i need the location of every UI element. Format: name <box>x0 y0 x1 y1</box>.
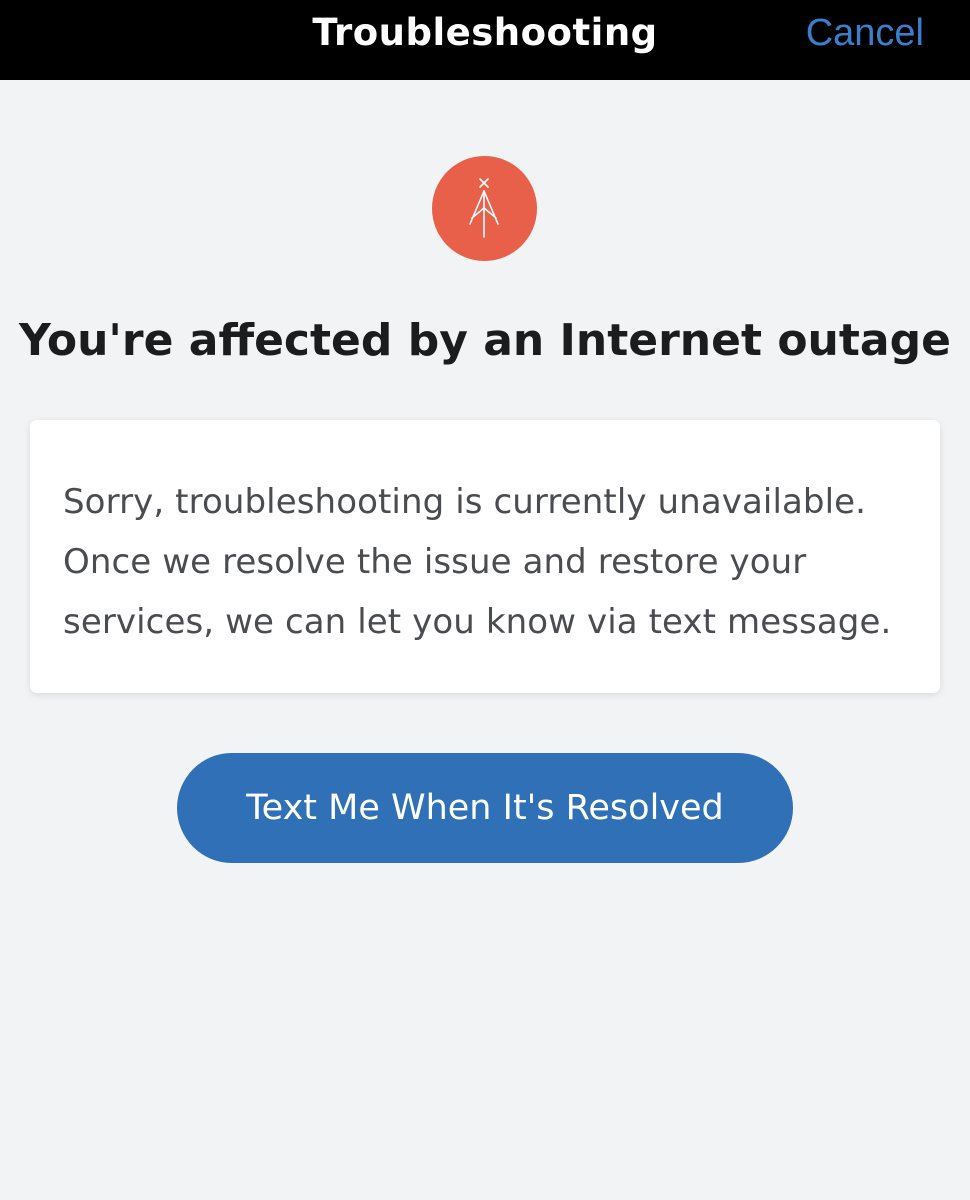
main-content: You're affected by an Internet outage So… <box>0 80 970 1200</box>
message-line: Sorry, troubleshooting is currently unav… <box>63 482 867 522</box>
message-line: services, we can let you know via text m… <box>63 602 892 642</box>
cancel-button[interactable]: Cancel <box>806 10 924 56</box>
outage-status-badge <box>432 156 537 261</box>
outage-message: Sorry, troubleshooting is currently unav… <box>63 472 923 652</box>
navigation-bar: Troubleshooting Cancel <box>0 0 970 80</box>
text-me-when-resolved-button[interactable]: Text Me When It's Resolved <box>177 753 793 863</box>
message-line: Once we resolve the issue and restore yo… <box>63 542 807 582</box>
outage-headline: You're affected by an Internet outage <box>19 315 951 366</box>
message-card: Sorry, troubleshooting is currently unav… <box>30 420 940 693</box>
broadcast-tower-icon <box>469 178 499 238</box>
